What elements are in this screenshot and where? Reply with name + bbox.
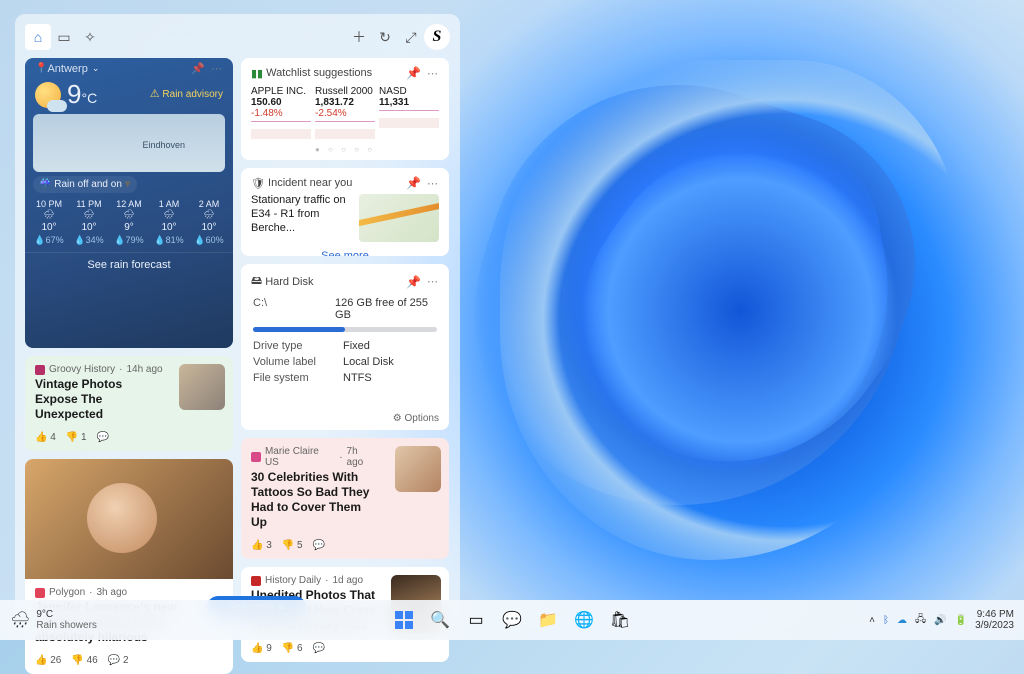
panel-header: ⌂ ▭ ✧ ＋ ↻ ⤢ S [25, 22, 450, 52]
task-view-icon[interactable]: ▭ [461, 605, 491, 635]
watchlist-card[interactable]: ▮▮ Watchlist suggestions📌⋯ APPLE INC.150… [241, 58, 449, 160]
weather-advisory: ⚠ Rain advisory [150, 88, 223, 100]
onedrive-icon[interactable]: ☁ [897, 615, 907, 626]
explorer-icon[interactable]: 📁 [533, 605, 563, 635]
disk-usage-bar [253, 327, 345, 332]
weather-card[interactable]: 📍 Antwerp ⌄ 📌 ⋯ 9°C ⚠ Rain advisory ☔ Ra… [25, 58, 233, 348]
user-avatar[interactable]: S [424, 24, 450, 50]
news-hero-image [25, 459, 233, 579]
store-icon[interactable]: 🛍 [605, 605, 635, 635]
disk-options-link[interactable]: ⚙ Options [393, 413, 439, 424]
taskbar: 🌧 9°CRain showers 🔍 ▭ 💬 📁 🌐 🛍 ˄ ᛒ ☁ 🖧 🔊 … [0, 600, 1024, 640]
hard-disk-card[interactable]: 🖴 Hard Disk📌⋯ C:\126 GB free of 255 GB D… [241, 264, 449, 430]
edge-icon[interactable]: 🌐 [569, 605, 599, 635]
network-icon[interactable]: 🖧 [915, 612, 926, 629]
news-thumb [395, 446, 441, 492]
forecast-link[interactable]: See rain forecast [25, 252, 233, 277]
tray-chevron-icon[interactable]: ˄ [869, 615, 875, 626]
add-widget-icon[interactable]: ＋ [346, 24, 372, 50]
chat-icon[interactable]: 💬 [497, 605, 527, 635]
start-button[interactable] [389, 605, 419, 635]
news-thumb [179, 364, 225, 410]
refresh-icon[interactable]: ↻ [372, 24, 398, 50]
bluetooth-icon[interactable]: ᛒ [883, 615, 889, 626]
weather-location: Antwerp [47, 63, 87, 75]
news-card-3[interactable]: Marie Claire US · 7h ago 30 Celebrities … [241, 438, 449, 559]
rain-summary[interactable]: ☔ Rain off and on ▶ [33, 176, 137, 193]
news-card-2[interactable]: Polygon · 3h ago Jennifer Lawrence's new… [25, 459, 233, 674]
traffic-map [359, 194, 439, 242]
weather-map[interactable] [33, 114, 225, 172]
tab-video-icon[interactable]: ▭ [51, 24, 77, 50]
widgets-panel: ⌂ ▭ ✧ ＋ ↻ ⤢ S 📍 Antwerp ⌄ 📌 ⋯ 9°C ⚠ R [15, 14, 460, 624]
volume-icon[interactable]: 🔊 [934, 615, 946, 626]
traffic-card[interactable]: 🛡 Incident near you📌⋯ Stationary traffic… [241, 168, 449, 256]
tab-home-icon[interactable]: ⌂ [25, 24, 51, 50]
taskbar-clock[interactable]: 9:46 PM3/9/2023 [975, 609, 1014, 631]
battery-icon[interactable]: 🔋 [955, 615, 967, 626]
expand-icon[interactable]: ⤢ [398, 24, 424, 50]
hourly-forecast: 10 PM🌧10°💧67% 11 PM🌧10°💧34% 12 AM🌧9°💧79%… [25, 195, 233, 252]
news-card-1[interactable]: Groovy History · 14h ago Vintage Photos … [25, 356, 233, 451]
taskbar-weather[interactable]: 🌧 9°CRain showers [0, 609, 97, 631]
traffic-seemore-link[interactable]: See more [241, 246, 449, 256]
search-icon[interactable]: 🔍 [425, 605, 455, 635]
tab-sports-icon[interactable]: ✧ [77, 24, 103, 50]
